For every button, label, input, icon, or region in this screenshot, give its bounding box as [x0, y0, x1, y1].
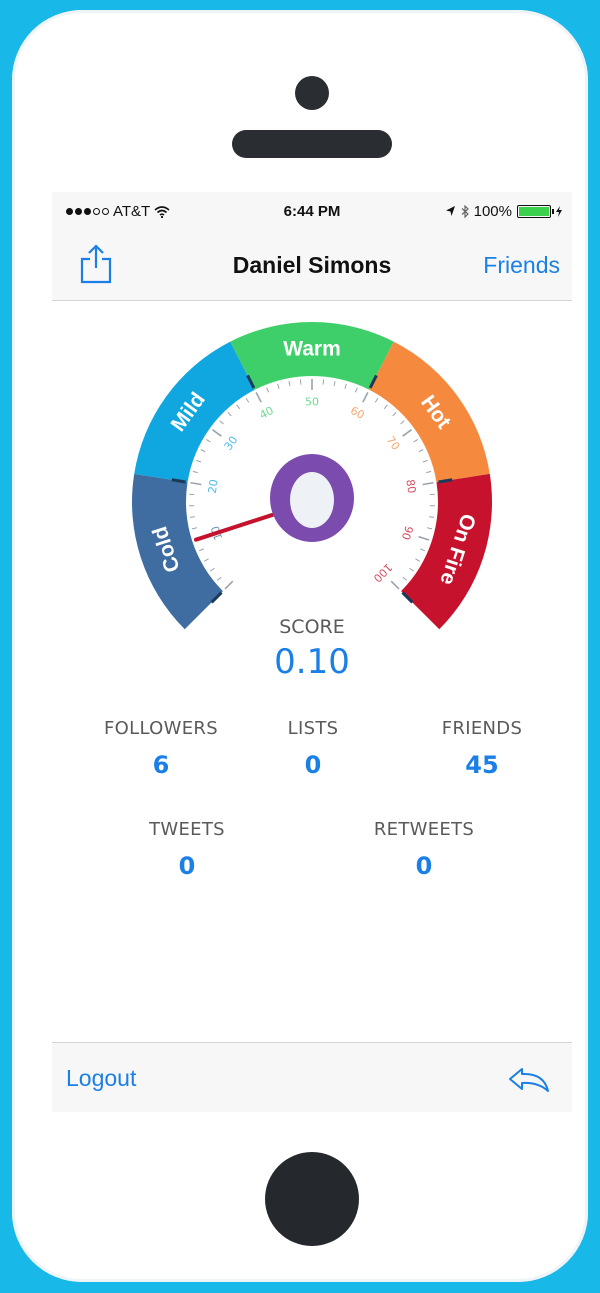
battery-percent: 100% [473, 203, 512, 220]
gauge-tick [402, 576, 408, 581]
gauge-tick [418, 535, 430, 541]
gauge-tick [418, 449, 424, 453]
gauge-tick-label: 20 [206, 478, 221, 494]
gauge-tick [426, 470, 432, 474]
gauge-tick [354, 387, 358, 393]
gauge-tick [216, 576, 222, 581]
bluetooth-icon [461, 205, 469, 218]
egg-avatar-icon [290, 472, 334, 528]
tweets-count: 0 [178, 852, 196, 880]
gauge-tick [203, 558, 209, 562]
status-bar: AT&T 6:44 PM 100% [52, 192, 572, 232]
gauge-tick [277, 383, 280, 389]
gauge-tick [409, 567, 415, 572]
gauge-tick [362, 392, 369, 403]
navigation-bar: Daniel Simons Friends [52, 232, 572, 301]
reply-icon[interactable] [506, 1063, 552, 1095]
gauge-tick [427, 527, 433, 530]
bottom-toolbar: Logout [52, 1042, 572, 1112]
gauge-tick [198, 548, 204, 552]
gauge-tick-label: 60 [348, 404, 366, 422]
lists-label: LISTS [287, 718, 339, 739]
gauge-tick-label: 80 [403, 478, 418, 494]
logout-button[interactable]: Logout [66, 1065, 136, 1092]
gauge-tick [190, 481, 202, 486]
lists-stat: LISTS 0 [223, 718, 403, 779]
gauge-tick [344, 383, 347, 389]
gauge-tick-label: 40 [257, 404, 275, 422]
gauge-tick [212, 429, 222, 437]
gauge-tick [422, 481, 434, 486]
tweets-label: TWEETS [149, 819, 225, 840]
speaker [232, 130, 392, 158]
friends-button[interactable]: Friends [483, 252, 560, 279]
gauge-tick [429, 516, 435, 518]
gauge-tick-label: 70 [384, 434, 403, 453]
gauge-tick [219, 420, 224, 425]
score-value: 0.10 [274, 642, 350, 682]
gauge-tick [191, 527, 197, 530]
gauge-tick-label: 50 [305, 396, 319, 409]
gauge-tick [374, 397, 379, 403]
app-screen: AT&T 6:44 PM 100% Daniel Simons Friends … [52, 192, 572, 1112]
gauge-tick [189, 516, 195, 518]
gauge-tick [413, 438, 419, 443]
gauge-tick [245, 397, 250, 403]
gauge-tick [288, 381, 291, 387]
gauge-tick [209, 567, 215, 572]
score-label: SCORE [279, 616, 345, 638]
friends-stat: FRIENDS 45 [392, 718, 572, 779]
camera [295, 76, 329, 110]
retweets-label: RETWEETS [373, 819, 475, 840]
gauge-tick [415, 558, 421, 562]
phone-frame: AT&T 6:44 PM 100% Daniel Simons Friends … [12, 10, 588, 1282]
gauge-tick [420, 548, 426, 552]
lists-count: 0 [304, 751, 322, 779]
gauge-tick [236, 404, 241, 410]
gauge-tick-label: 30 [222, 434, 241, 453]
friends-count: 45 [465, 751, 499, 779]
gauge-tick-label: 90 [399, 524, 416, 541]
retweets-count: 0 [415, 852, 433, 880]
gauge-tick [383, 404, 388, 410]
battery-icon [517, 205, 554, 218]
gauge-tick-label: 100 [371, 561, 395, 585]
charging-icon [556, 206, 562, 217]
gauge-tick [422, 459, 428, 463]
friends-label: FRIENDS [441, 718, 523, 739]
tweets-stat: TWEETS 0 [97, 819, 277, 880]
gauge-tick [205, 438, 211, 443]
gauge-tick [192, 470, 198, 474]
retweets-stat: RETWEETS 0 [334, 819, 514, 880]
gauge-tick [333, 381, 336, 387]
gauge-tick [392, 411, 397, 417]
gauge-zone-label-warm: Warm [283, 338, 341, 361]
home-button[interactable] [265, 1152, 359, 1246]
location-icon [445, 206, 455, 216]
heat-gauge: ColdMildWarmHotOn Fire102030405060708090… [132, 322, 492, 630]
gauge-tick [224, 580, 234, 590]
gauge-tick [266, 387, 270, 393]
gauge-tick [402, 429, 412, 437]
gauge-tick [227, 411, 232, 417]
gauge-tick [390, 580, 400, 590]
gauge-tick [400, 420, 405, 425]
gauge-tick [255, 392, 262, 403]
gauge-tick [200, 449, 206, 453]
gauge-tick [196, 459, 202, 463]
